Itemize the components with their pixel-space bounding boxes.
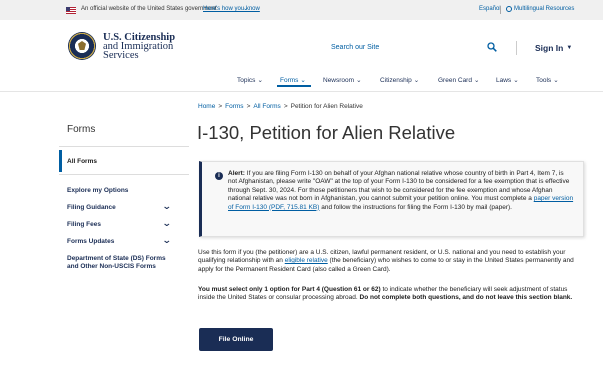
file-online-button[interactable]: File Online: [199, 328, 273, 351]
page-title: I-130, Petition for Alien Relative: [197, 122, 456, 143]
nav-item-tools[interactable]: Tools ⌄: [536, 76, 559, 85]
nav-active-indicator: [277, 85, 311, 87]
nav-label: Green Card: [438, 76, 472, 84]
chevron-down-icon[interactable]: ⌄: [243, 5, 248, 12]
eligible-relative-link[interactable]: eligible relative: [285, 257, 328, 264]
alert-body-end: and follow the instructions for filing t…: [319, 203, 512, 211]
notice-paragraph: You must select only 1 option for Part 4…: [198, 286, 583, 303]
nav-item-citizenship[interactable]: Citizenship ⌄: [380, 76, 420, 85]
caret-down-icon: ▼: [566, 45, 573, 51]
heres-how-you-know-link[interactable]: Here's how you know: [203, 6, 260, 12]
gov-banner: An official website of the United States…: [0, 0, 603, 20]
divider: [59, 146, 189, 147]
divider: [516, 41, 517, 55]
chevron-down-icon[interactable]: ⌄: [162, 218, 172, 229]
alert-box: i Alert: If you are filing Form I-130 on…: [199, 161, 584, 237]
nav-label: Citizenship: [380, 76, 412, 84]
search-input[interactable]: Search our Site: [331, 44, 379, 51]
notice-bold: You must select only 1 option for Part 4…: [198, 286, 381, 293]
divider: [500, 6, 501, 14]
nav-item-newsroom[interactable]: Newsroom ⌄: [323, 76, 362, 85]
breadcrumb: Home > Forms > All Forms > Petition for …: [198, 103, 363, 110]
nav-item-green-card[interactable]: Green Card ⌄: [438, 76, 480, 85]
breadcrumb-home[interactable]: Home: [198, 103, 215, 110]
nav-label: Tools: [536, 76, 552, 84]
sidebar-item-filing-fees[interactable]: Filing Fees: [67, 221, 101, 228]
alert-body: If you are filing Form I-130 on behalf o…: [228, 170, 570, 203]
nav-item-topics[interactable]: Topics ⌄: [237, 76, 263, 85]
dhs-seal-logo[interactable]: [68, 32, 96, 60]
globe-icon: [506, 6, 512, 12]
nav-label: Forms: [280, 76, 299, 84]
breadcrumb-current: Petition for Alien Relative: [290, 103, 363, 110]
breadcrumb-all-forms[interactable]: All Forms: [253, 103, 280, 110]
espanol-link[interactable]: Español: [479, 6, 501, 12]
alert-text: Alert: If you are filing Form I-130 on b…: [228, 170, 574, 212]
breadcrumb-forms[interactable]: Forms: [225, 103, 243, 110]
search-icon[interactable]: [487, 42, 497, 52]
chevron-down-icon: ⌄: [553, 77, 559, 84]
divider: [59, 174, 189, 175]
uscis-wordmark[interactable]: U.S. Citizenship and Immigration Service…: [103, 32, 175, 61]
nav-item-forms[interactable]: Forms ⌄: [280, 76, 306, 85]
sidebar-item-ds-forms[interactable]: Department of State (DS) Forms and Other…: [67, 255, 167, 271]
chevron-down-icon: ⌄: [413, 77, 420, 84]
chevron-down-icon[interactable]: ⌄: [162, 201, 172, 212]
sign-in-label: Sign In: [535, 43, 564, 53]
alert-label: Alert:: [228, 170, 245, 177]
chevron-down-icon: ⌄: [300, 77, 306, 84]
brand-line-3: Services: [103, 50, 139, 61]
intro-paragraph: Use this form if you (the petitioner) ar…: [198, 249, 583, 274]
sidebar-title: Forms: [67, 124, 96, 135]
nav-label: Topics: [237, 76, 256, 84]
sidebar-item-filing-guidance[interactable]: Filing Guidance: [67, 204, 116, 211]
chevron-down-icon: ⌄: [513, 77, 519, 84]
chevron-down-icon: ⌄: [473, 77, 480, 84]
divider: [0, 91, 603, 92]
notice-bold-end: Do not complete both questions, and do n…: [359, 294, 573, 302]
sign-in-button[interactable]: Sign In ▼: [535, 43, 572, 53]
nav-label: Laws: [496, 76, 512, 84]
breadcrumb-separator: >: [218, 103, 223, 110]
us-flag-icon: [66, 7, 76, 14]
sidebar-item-label: All Forms: [67, 158, 97, 165]
nav-item-laws[interactable]: Laws ⌄: [496, 76, 519, 85]
breadcrumb-separator: >: [246, 103, 251, 110]
sidebar-item-forms-updates[interactable]: Forms Updates: [67, 238, 114, 245]
gov-banner-text: An official website of the United States…: [81, 6, 217, 12]
nav-label: Newsroom: [323, 76, 355, 84]
breadcrumb-separator: >: [283, 103, 288, 110]
multilingual-resources-link[interactable]: Multilingual Resources: [506, 6, 574, 12]
info-icon: i: [215, 172, 223, 180]
chevron-down-icon: ⌄: [257, 77, 263, 84]
sidebar-item-explore-my-options[interactable]: Explore my Options: [67, 187, 128, 194]
chevron-down-icon[interactable]: ⌄: [162, 235, 172, 246]
chevron-down-icon: ⌄: [356, 77, 362, 84]
multilingual-label: Multilingual Resources: [514, 6, 575, 12]
